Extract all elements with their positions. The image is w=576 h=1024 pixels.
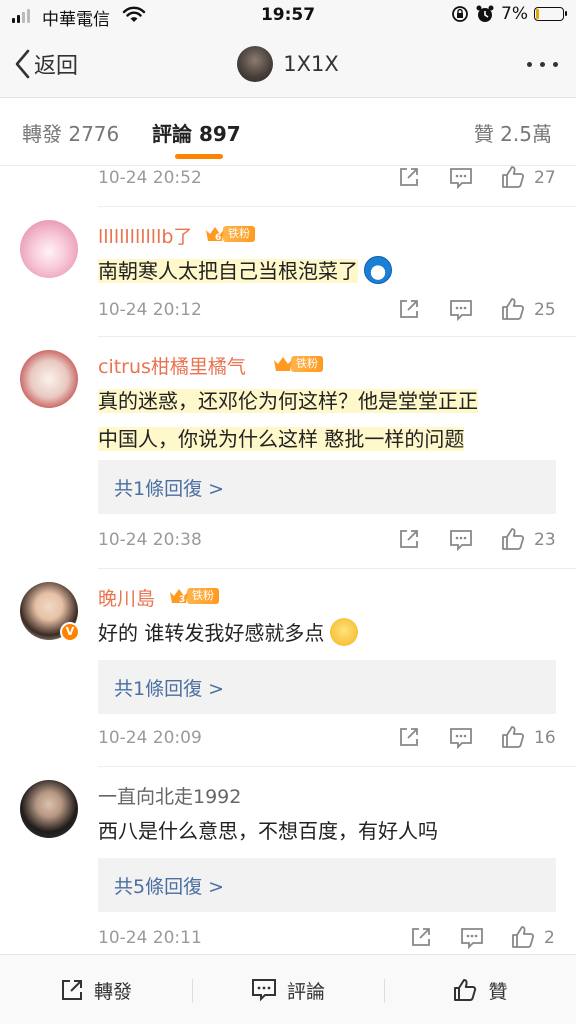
orientation-lock-icon [452,6,468,22]
repost-label: 轉發 [93,980,132,1003]
comment-line: 真的迷惑，还邓伦为何这样？他是堂堂正正 [98,389,478,413]
active-tab-indicator [175,154,223,159]
tab-comments[interactable]: 評論 897 [152,118,241,147]
repost-icon[interactable] [398,726,420,748]
bottom-action-bar: 轉發 評論 贊 [0,954,576,1024]
view-replies-link[interactable]: 共5條回復 > [114,872,224,899]
fan-badge: 3 铁粉 [168,586,219,606]
comment-icon[interactable] [460,927,484,949]
comment-time: 10-24 20:12 [98,300,202,320]
comment-username[interactable]: 晚川島 [98,584,155,611]
comment-line: 中国人，你说为什么这样 憨批一样的问题 [98,427,465,451]
like-label: 贊 [488,980,508,1003]
comment-time: 10-24 20:38 [98,530,202,550]
fan-badge-label: 铁粉 [187,588,219,604]
tab-reposts[interactable]: 轉發 2776 [22,118,119,147]
like-button[interactable]: 贊 [384,955,576,1024]
comment-text: 南朝寒人太把自己当根泡菜了 [98,252,558,290]
like-count: 27 [534,168,556,188]
fan-badge-label: 铁粉 [291,356,323,372]
status-bar: 中華電信 19:57 7% [0,0,576,32]
fan-level: 6 [215,233,222,243]
comment-icon [251,979,276,1002]
comment-time: 10-24 20:11 [98,928,202,948]
comment-icon[interactable] [449,299,473,321]
doraemon-emoji-icon [364,256,392,284]
repost-button[interactable]: 轉發 [0,955,192,1024]
comment-line: 南朝寒人太把自己当根泡菜了 [98,259,358,283]
user-avatar[interactable] [20,220,78,278]
comment-list[interactable]: 10-24 20:52 27 llllllllllllb了 6 铁粉 南朝寒人太… [0,166,576,954]
page-title: 1X1X [283,52,339,76]
comment-text: 好的 谁转发我好感就多点 [98,614,558,652]
comment-time: 10-24 20:09 [98,728,202,748]
tab-likes[interactable]: 贊 2.5萬 [474,118,552,147]
comment-text: 西八是什么意思，不想百度，有好人吗 [98,812,558,850]
repost-icon[interactable] [410,926,432,948]
fan-level: 3 [179,595,186,605]
tab-bar: 轉發 2776 評論 897 贊 2.5萬 [0,98,576,166]
like-count: 25 [534,300,556,320]
verified-badge: V [60,622,80,642]
like-count: 16 [534,728,556,748]
comment-label: 評論 [286,980,325,1003]
user-avatar[interactable] [20,350,78,408]
battery-percent: 7% [501,4,528,24]
comment-username[interactable]: llllllllllllb了 [98,222,192,249]
kiss-emoji-icon [330,618,359,646]
reply-summary-box[interactable]: 共1條回復 > [98,660,556,714]
comment-text: 真的迷惑，还邓伦为何这样？他是堂堂正正 中国人，你说为什么这样 憨批一样的问题 [98,382,558,458]
nav-title-group: 1X1X [0,46,576,82]
fan-badge-label: 铁粉 [223,226,255,242]
comment-icon[interactable] [449,167,473,189]
comment-line: 好的 谁转发我好感就多点 [98,621,325,645]
author-avatar[interactable] [237,46,274,82]
reply-summary-box[interactable]: 共5條回復 > [98,858,556,912]
like-icon [454,979,477,1001]
reply-summary-box[interactable]: 共1條回復 > [98,460,556,514]
comment-item: citrus柑橘里橘气 铁粉 真的迷惑，还邓伦为何这样？他是堂堂正正 中国人，你… [0,336,576,568]
comment-icon[interactable] [449,529,473,551]
fan-badge: 6 铁粉 [204,224,255,244]
comment-item: V 晚川島 3 铁粉 好的 谁转发我好感就多点 共1條回復 > 10-24 20… [0,568,576,766]
repost-icon[interactable] [398,298,420,320]
comment-item: 一直向北走1992 西八是什么意思，不想百度，有好人吗 共5條回復 > 10-2… [0,766,576,954]
like-icon[interactable] [500,724,526,750]
crown-icon [274,357,292,371]
like-count: 2 [544,928,555,948]
navigation-bar: 返回 1X1X [0,32,576,98]
comment-time: 10-24 20:52 [98,168,202,188]
like-icon[interactable] [500,166,526,190]
comment-button[interactable]: 評論 [192,955,384,1024]
user-avatar[interactable] [20,780,78,838]
battery-icon [534,7,567,21]
comment-username[interactable]: citrus柑橘里橘气 [98,352,246,379]
more-options-button[interactable] [527,62,558,67]
comment-line: 西八是什么意思，不想百度，有好人吗 [98,819,438,843]
comment-item: llllllllllllb了 6 铁粉 南朝寒人太把自己当根泡菜了 10-24 … [0,206,576,336]
alarm-clock-icon [476,5,494,22]
like-icon[interactable] [500,526,526,552]
view-replies-link[interactable]: 共1條回復 > [114,474,224,501]
view-replies-link[interactable]: 共1條回復 > [114,674,224,701]
like-icon[interactable] [510,924,536,950]
repost-icon[interactable] [398,166,420,188]
like-icon[interactable] [500,296,526,322]
comment-icon[interactable] [449,727,473,749]
comment-item: 10-24 20:52 27 [0,166,576,206]
repost-icon[interactable] [398,528,420,550]
comment-username[interactable]: 一直向北走1992 [98,782,241,809]
fan-badge: 铁粉 [272,354,323,374]
repost-icon [61,980,82,1000]
like-count: 23 [534,530,556,550]
